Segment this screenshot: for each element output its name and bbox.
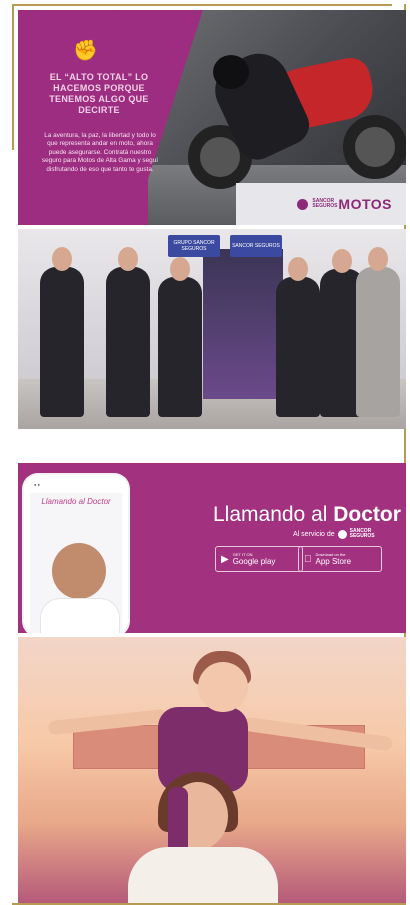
fist-icon: ✊ xyxy=(73,40,98,62)
gold-frame-top xyxy=(12,4,392,6)
sign-right: SANCOR SEGUROS xyxy=(230,235,282,257)
person-head xyxy=(332,249,352,273)
person-head xyxy=(118,247,138,271)
phone-app-title: Llamando al Doctor xyxy=(41,497,111,506)
inauguration-photo: GRUPO SANCOR SEGUROS SANCOR SEGUROS xyxy=(18,229,406,429)
subtitle-brand: SANCOR SEGUROS xyxy=(349,528,375,539)
brand-big: MOTOS xyxy=(338,196,392,212)
sancor-motos-logo: SANCOR SEGUROS MOTOS xyxy=(297,196,392,212)
person-head xyxy=(170,257,190,281)
person-head xyxy=(368,247,388,271)
person xyxy=(158,257,202,417)
app-title-regular: Llamando al xyxy=(213,503,334,526)
app-title-bold: Doctor xyxy=(333,503,401,526)
brand-small: SANCOR SEGUROS xyxy=(312,198,338,209)
sign-left: GRUPO SANCOR SEGUROS xyxy=(168,235,220,257)
family-photo xyxy=(18,637,406,903)
rider-helmet xyxy=(213,55,249,89)
child-face xyxy=(198,662,248,712)
person-head xyxy=(288,257,308,281)
phone-mockup: ● ● Llamando al Doctor xyxy=(24,475,128,633)
app-title: Llamando al Doctor xyxy=(213,503,401,527)
apple-big: App Store xyxy=(308,556,352,566)
front-wheel xyxy=(343,115,406,179)
subtitle-text: Al servicio de xyxy=(293,530,335,538)
doctor-coat xyxy=(40,598,120,633)
phone-status-bar: ● ● xyxy=(34,482,40,487)
person xyxy=(40,247,84,417)
glass-door xyxy=(203,249,283,399)
app-store-button[interactable]:  Download on the App Store xyxy=(298,546,382,572)
person xyxy=(106,247,150,417)
sancor-logo-icon xyxy=(297,198,309,210)
play-icon: ▶ xyxy=(221,553,229,565)
motos-banner: ✊ EL “ALTO TOTAL” LO HACEMOS PORQUE TENE… xyxy=(18,10,406,225)
mother-body xyxy=(128,847,278,903)
headline: EL “ALTO TOTAL” LO HACEMOS PORQUE TENEMO… xyxy=(49,72,149,115)
person xyxy=(356,247,400,417)
person xyxy=(276,257,320,417)
gold-frame-left xyxy=(12,4,14,150)
person-head xyxy=(52,247,72,271)
body-text: La aventura, la paz, la libertad y todo … xyxy=(41,132,159,173)
app-subtitle: Al servicio de SANCOR SEGUROS xyxy=(293,528,375,539)
google-play-button[interactable]: ▶ GET IT ON Google play xyxy=(215,546,303,572)
apple-small: Download on the xyxy=(308,551,346,557)
doctor-face xyxy=(52,543,106,599)
apple-icon:  xyxy=(304,554,312,565)
google-big: Google play xyxy=(232,556,276,566)
phone-screen: Llamando al Doctor xyxy=(30,493,122,633)
doctor-app-banner: ● ● Llamando al Doctor Llamando al Docto… xyxy=(18,463,406,633)
sancor-logo-icon xyxy=(337,529,347,539)
